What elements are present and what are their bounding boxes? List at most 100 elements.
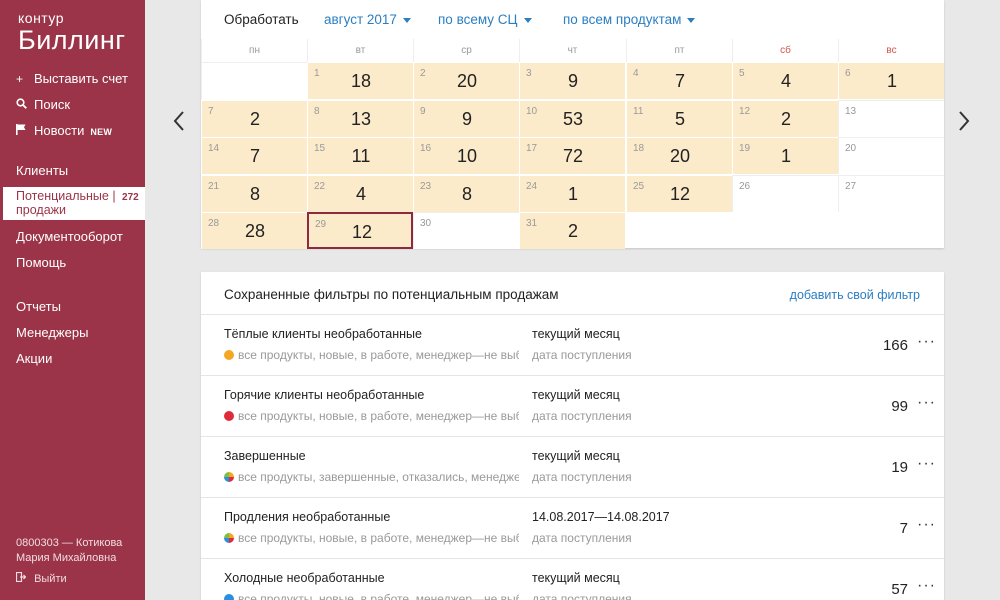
- logout-link[interactable]: Выйти: [15, 571, 67, 585]
- sidebar-item-reports[interactable]: Отчеты: [16, 299, 61, 314]
- chevron-right-icon: [959, 111, 970, 131]
- filter-period: текущий месяц: [532, 571, 620, 585]
- filter-description-text: все продукты, новые, в работе, менеджер—…: [238, 531, 519, 545]
- sidebar-item-potential-sales[interactable]: Потенциальные | 272 продажи: [0, 187, 145, 220]
- day-number: 30: [420, 218, 432, 229]
- calendar-day-cell[interactable]: 27: [838, 174, 944, 212]
- more-options-icon[interactable]: ···: [917, 394, 936, 412]
- calendar-day-cell[interactable]: 17 72: [519, 137, 625, 174]
- filter-period: текущий месяц: [532, 449, 620, 463]
- calendar-day-cell[interactable]: 39: [519, 62, 625, 99]
- day-count: 2: [249, 108, 260, 129]
- calendar-day-cell[interactable]: 14 7: [201, 137, 307, 174]
- saved-filter-row[interactable]: Тёплые клиенты необработанные все продукт…: [201, 314, 944, 375]
- calendar-day-cell[interactable]: 29 12: [307, 212, 413, 249]
- status-dot-icon: [224, 411, 234, 421]
- calendar-day-cell[interactable]: 20: [838, 137, 944, 174]
- month-dropdown-value: август 2017: [324, 12, 397, 27]
- sidebar-item-search[interactable]: Поиск: [16, 97, 70, 112]
- day-count: 7: [674, 71, 685, 91]
- potential-sales-count: 272: [122, 192, 139, 203]
- saved-filter-row[interactable]: Горячие клиенты необработанные все продук…: [201, 375, 944, 436]
- user-info: 0800303 — Котикова Мария Михайловна: [16, 536, 122, 566]
- calendar-day-cell[interactable]: 15 11: [307, 137, 413, 174]
- sidebar-item-label: Новости: [34, 123, 85, 138]
- next-month-button[interactable]: [958, 108, 970, 139]
- saved-filter-row[interactable]: Завершенные все продукты, завершенные, от…: [201, 436, 944, 497]
- filter-description: все продукты, завершенные, отказались, м…: [224, 470, 519, 484]
- more-options-icon[interactable]: ···: [917, 577, 936, 595]
- day-number: 13: [845, 105, 857, 117]
- sidebar-item-create-invoice[interactable]: + Выставить счет: [16, 71, 128, 86]
- process-label: Обработать: [224, 12, 299, 27]
- calendar-day-cell[interactable]: 12 2: [732, 99, 838, 137]
- saved-filter-row[interactable]: Холодные необработанные все продукты, нов…: [201, 558, 944, 600]
- day-count: 2: [780, 108, 791, 129]
- weekday-label: чт: [519, 39, 625, 62]
- logo[interactable]: контур Биллинг: [18, 10, 126, 54]
- calendar-day-cell[interactable]: 2 20: [413, 62, 519, 99]
- calendar-day-cell[interactable]: 47: [626, 62, 732, 99]
- products-dropdown[interactable]: по всем продуктам: [563, 12, 696, 27]
- day-number: 27: [845, 180, 857, 192]
- calendar-day-cell[interactable]: 1 18: [307, 62, 413, 99]
- plus-icon: +: [16, 72, 24, 86]
- calendar-day-cell[interactable]: 21 8: [201, 174, 307, 212]
- calendar-day-cell[interactable]: 16 10: [413, 137, 519, 174]
- day-count: 10: [456, 146, 478, 166]
- saved-filter-row[interactable]: Продления необработанные все продукты, но…: [201, 497, 944, 558]
- scope-dropdown[interactable]: по всему СЦ: [438, 12, 532, 27]
- more-options-icon[interactable]: ···: [917, 333, 936, 351]
- filter-description-text: все продукты, новые, в работе, менеджер—…: [238, 592, 519, 600]
- calendar-day-cell[interactable]: 8 13: [307, 99, 413, 137]
- month-dropdown[interactable]: август 2017: [324, 12, 411, 27]
- search-icon: [16, 98, 29, 112]
- add-filter-link[interactable]: добавить свой фильтр: [790, 288, 920, 302]
- user-info-line2: Мария Михайловна: [16, 552, 117, 564]
- sidebar-item-docflow[interactable]: Документооборот: [16, 229, 123, 244]
- filter-count: 99: [891, 398, 908, 415]
- status-dot-icon: [224, 533, 234, 543]
- calendar-day-cell[interactable]: 18 20: [626, 137, 732, 174]
- calendar-day-cell[interactable]: 26: [732, 174, 838, 212]
- sidebar-item-help[interactable]: Помощь: [16, 255, 66, 270]
- filter-name: Тёплые клиенты необработанные: [224, 327, 422, 341]
- status-dot-icon: [224, 350, 234, 360]
- day-count: 20: [669, 146, 691, 166]
- calendar-day-cell[interactable]: 30: [413, 212, 519, 249]
- calendar-day-cell[interactable]: 25 12: [626, 174, 732, 212]
- day-count: 7: [249, 146, 260, 166]
- scope-dropdown-value: по всему СЦ: [438, 12, 518, 27]
- more-options-icon[interactable]: ···: [917, 516, 936, 534]
- caret-down-icon: [687, 17, 696, 23]
- filter-count: 57: [891, 581, 908, 598]
- calendar-day-cell[interactable]: 31 2: [519, 212, 625, 249]
- filter-sort: дата поступления: [532, 409, 632, 423]
- calendar-day-cell[interactable]: 28 28: [201, 212, 307, 249]
- calendar-day-cell[interactable]: 99: [413, 99, 519, 137]
- calendar-day-cell[interactable]: 11 5: [626, 99, 732, 137]
- calendar-day-cell[interactable]: 10 53: [519, 99, 625, 137]
- calendar-day-cell[interactable]: 19 1: [732, 137, 838, 174]
- sidebar-item-clients[interactable]: Клиенты: [16, 163, 68, 178]
- day-count: 1: [886, 71, 897, 91]
- calendar-day-cell[interactable]: 22 4: [307, 174, 413, 212]
- calendar-day-cell[interactable]: 61: [838, 62, 944, 99]
- more-options-icon[interactable]: ···: [917, 455, 936, 473]
- sidebar-item-promotions[interactable]: Акции: [16, 351, 52, 366]
- sidebar-item-managers[interactable]: Менеджеры: [16, 325, 88, 340]
- calendar-day-cell[interactable]: 13: [838, 99, 944, 137]
- caret-down-icon: [402, 17, 411, 23]
- weekday-label: вт: [307, 39, 413, 62]
- day-count: 9: [461, 108, 472, 129]
- calendar-day-cell[interactable]: 54: [732, 62, 838, 99]
- new-badge: NEW: [90, 127, 113, 137]
- calendar-empty-cell: [201, 62, 307, 99]
- filter-description-text: все продукты, новые, в работе, менеджер—…: [238, 409, 519, 423]
- filter-name: Горячие клиенты необработанные: [224, 388, 425, 402]
- prev-month-button[interactable]: [173, 108, 185, 139]
- calendar-day-cell[interactable]: 72: [201, 99, 307, 137]
- calendar-day-cell[interactable]: 23 8: [413, 174, 519, 212]
- calendar-day-cell[interactable]: 24 1: [519, 174, 625, 212]
- sidebar-item-news[interactable]: Новости NEW: [16, 123, 112, 138]
